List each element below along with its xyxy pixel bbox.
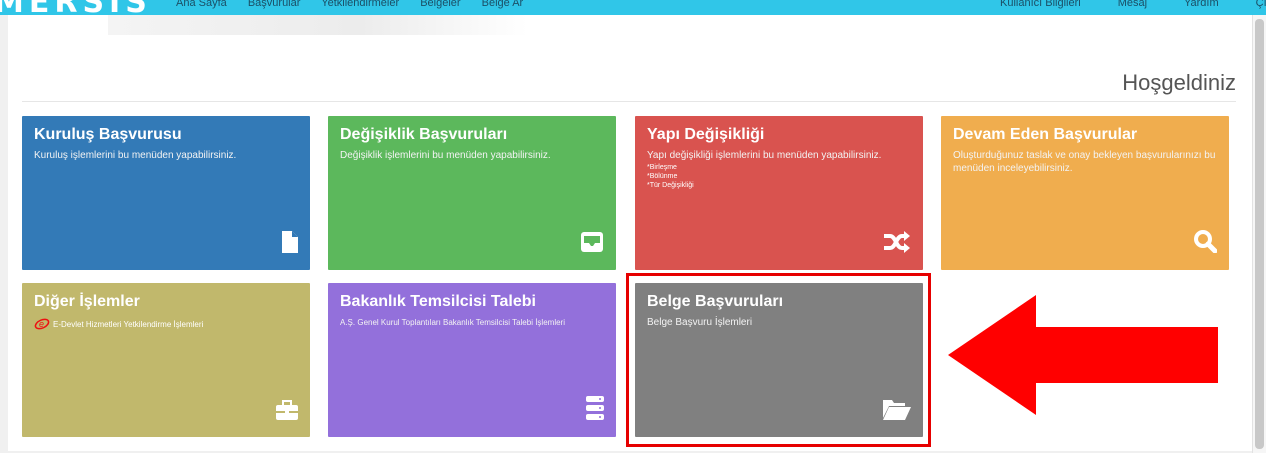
tile-title: Kuruluş Başvurusu [34,126,182,143]
subitem-division: *Bölünme [647,173,678,180]
tile-yapi-degisikligi[interactable]: Yapı Değişikliği Yapı değişikliği işleml… [635,116,923,270]
nav-item-document-search[interactable]: Belge Ar [482,0,524,9]
tile-title: Devam Eden Başvurular [953,126,1138,143]
red-arrow-icon [948,295,1218,420]
tile-description: Oluşturduğunuz taslak ve onay bekleyen b… [953,150,1216,174]
mersis-logo[interactable]: MERSIS [0,0,152,15]
edevlet-logo-icon: e [34,317,50,332]
tile-description: Yapı değişikliği işlemlerini bu menüden … [647,150,882,161]
vertical-scrollbar[interactable] [1252,15,1266,453]
nav-item-authorizations[interactable]: Yetkilendirmeler [321,0,399,9]
tile-title: Yapı Değişikliği [647,126,765,143]
server-icon [586,396,604,425]
top-navbar: MERSIS Ana Sayfa Başvurular Yetkilendirm… [0,0,1266,15]
tile-subitems: *Birleşme *Bölünme *Tür Değişikliği [647,163,911,190]
svg-text:e: e [39,319,44,329]
shuffle-icon [883,231,911,258]
page-title: Hoşgeldiniz [1122,70,1236,95]
tile-bakanlik-temsilcisi-talebi[interactable]: Bakanlık Temsilcisi Talebi A.Ş. Genel Ku… [328,283,616,437]
highlight-box [626,273,931,447]
tile-description: E-Devlet Hizmetleri Yetkilendirme İşleml… [53,320,204,329]
tile-description: A.Ş. Genel Kurul Toplantıları Bakanlık T… [340,318,565,327]
title-divider [22,101,1236,102]
briefcase-icon [276,400,298,425]
tile-description: Kuruluş işlemlerini bu menüden yapabilir… [34,150,237,161]
tile-title: Bakanlık Temsilcisi Talebi [340,293,536,310]
tile-devam-eden-basvurular[interactable]: Devam Eden Başvurular Oluşturduğunuz tas… [941,116,1229,270]
nav-item-applications[interactable]: Başvurular [248,0,301,9]
tile-description: Değişiklik işlemlerini bu menüden yapabi… [340,150,551,161]
subitem-merger: *Birleşme [647,164,677,171]
edevlet-link[interactable]: e E-Devlet Hizmetleri Yetkilendirme İşle… [34,317,298,332]
file-icon [282,231,298,258]
search-icon [1193,229,1218,258]
header-shade [108,15,528,35]
tile-title: Diğer İşlemler [34,293,140,310]
top-nav-menu: Ana Sayfa Başvurular Yetkilendirmeler Be… [176,0,541,9]
inbox-icon [580,231,604,258]
tile-diger-islemler[interactable]: Diğer İşlemler e E-Devlet Hizmetleri Yet… [22,283,310,437]
nav-item-user-info[interactable]: Kullanıcı Bilgileri [1000,0,1081,9]
nav-item-documents[interactable]: Belgeler [420,0,460,9]
nav-item-home[interactable]: Ana Sayfa [176,0,227,9]
top-right-menu: Kullanıcı Bilgileri Mesaj Yardım Çıkış [1000,0,1266,9]
tile-title: Değişiklik Başvuruları [340,126,508,143]
tile-degisiklik-basvurulari[interactable]: Değişiklik Başvuruları Değişiklik işleml… [328,116,616,270]
nav-item-logout[interactable]: Çıkış [1256,0,1266,9]
nav-item-help[interactable]: Yardım [1184,0,1219,9]
subitem-type-change: *Tür Değişikliği [647,182,694,189]
nav-item-messages[interactable]: Mesaj [1118,0,1147,9]
tile-kurulus-basvurusu[interactable]: Kuruluş Başvurusu Kuruluş işlemlerini bu… [22,116,310,270]
scrollbar-thumb[interactable] [1255,19,1264,449]
